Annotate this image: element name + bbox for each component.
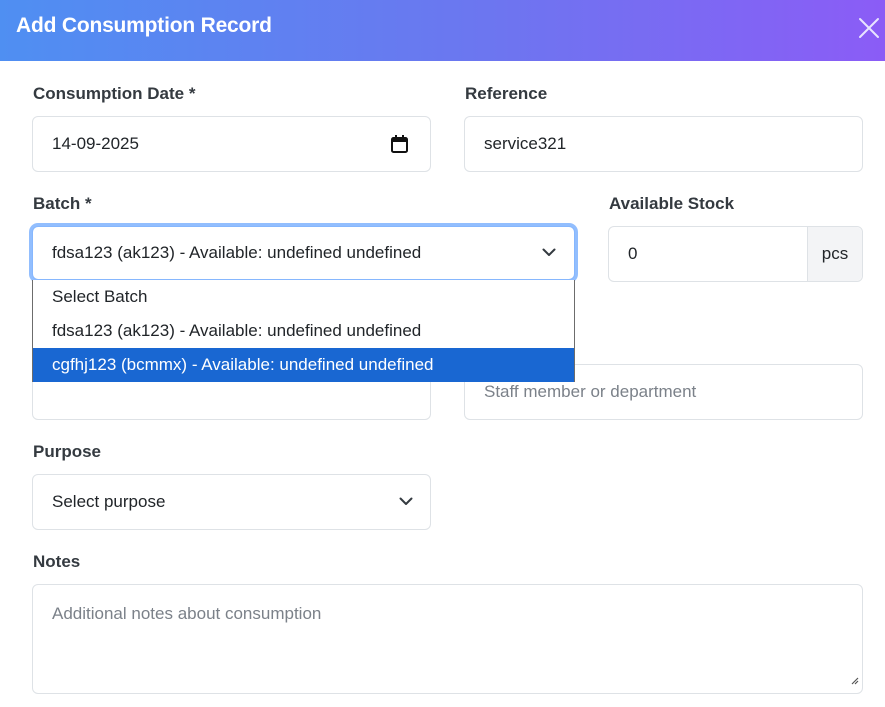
consumed-by-placeholder: Staff member or department [484,382,697,401]
batch-label: Batch * [33,194,92,213]
purpose-label: Purpose [33,442,102,461]
chevron-down-icon [542,244,556,262]
consumption-date-value: 14-09-2025 [52,134,139,153]
reference-input[interactable]: service321 [464,116,863,172]
batch-dropdown-list: Select Batch fdsa123 (ak123) - Available… [32,280,575,382]
modal-header: Add Consumption Record [0,0,885,61]
batch-option[interactable]: fdsa123 (ak123) - Available: undefined u… [33,314,574,348]
notes-textarea[interactable]: Additional notes about consumption [32,584,863,694]
reference-label: Reference [465,84,548,103]
batch-select-value: fdsa123 (ak123) - Available: undefined u… [52,243,422,262]
consumption-date-input[interactable]: 14-09-2025 [32,116,431,172]
batch-select[interactable]: fdsa123 (ak123) - Available: undefined u… [32,226,575,280]
notes-label: Notes [33,552,81,571]
consumption-date-label: Consumption Date * [33,84,196,103]
batch-option-highlighted[interactable]: cgfhj123 (bcmmx) - Available: undefined … [33,348,574,382]
notes-placeholder: Additional notes about consumption [52,604,322,623]
stock-unit-addon: pcs [807,227,862,281]
available-stock-group: 0 pcs [608,226,863,282]
available-stock-label: Available Stock [609,194,735,213]
purpose-select[interactable]: Select purpose [32,474,431,530]
stock-unit-label: pcs [821,244,849,263]
calendar-icon[interactable] [391,135,408,158]
modal-title: Add Consumption Record [16,14,272,37]
available-stock-value: 0 [628,244,638,263]
purpose-select-value: Select purpose [52,492,166,511]
close-icon[interactable] [853,14,883,44]
chevron-down-icon [399,493,413,511]
reference-value: service321 [484,134,567,153]
resize-handle-icon[interactable] [850,672,859,690]
batch-option[interactable]: Select Batch [33,280,574,314]
